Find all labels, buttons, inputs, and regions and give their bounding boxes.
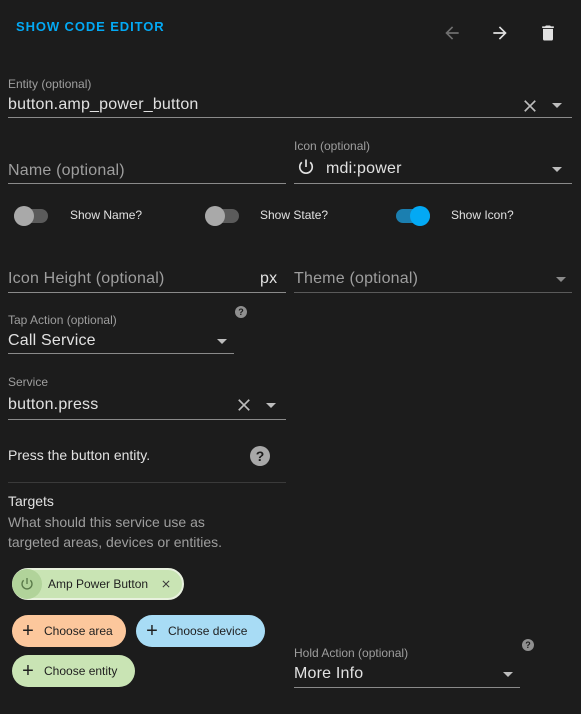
service-input[interactable]: button.press (8, 396, 98, 414)
chevron-down-icon[interactable] (503, 672, 513, 677)
hold-action-underline (294, 687, 520, 688)
entity-label: Entity (optional) (8, 77, 92, 91)
plus-icon: + (22, 660, 34, 682)
choose-entity-button[interactable]: + Choose entity (12, 655, 135, 687)
show-name-toggle[interactable] (14, 206, 48, 226)
targets-title: Targets (8, 493, 54, 509)
choose-device-label: Choose device (168, 624, 248, 638)
plus-icon: + (146, 620, 158, 642)
icon-height-input[interactable]: Icon Height (optional) (8, 270, 165, 288)
show-name-label: Show Name? (70, 208, 143, 222)
name-underline (8, 183, 286, 184)
entity-chip-label: Amp Power Button (48, 577, 149, 591)
service-label: Service (8, 375, 49, 389)
close-icon[interactable] (160, 578, 172, 590)
arrow-left-icon[interactable] (440, 21, 464, 45)
help-icon[interactable]: ? (522, 639, 534, 651)
chevron-down-icon[interactable] (266, 403, 276, 408)
help-icon[interactable]: ? (235, 306, 247, 318)
entity-input[interactable]: button.amp_power_button (8, 96, 199, 114)
icon-label: Icon (optional) (294, 139, 371, 153)
icon-underline (294, 183, 572, 184)
icon-height-suffix: px (260, 270, 278, 287)
toggle-knob (410, 206, 430, 226)
theme-select[interactable]: Theme (optional) (294, 270, 418, 288)
show-state-toggle[interactable] (205, 206, 239, 226)
clear-icon[interactable] (520, 96, 540, 116)
hold-action-select[interactable]: More Info (294, 665, 363, 683)
entity-chip[interactable]: Amp Power Button (12, 568, 184, 600)
chevron-down-icon[interactable] (552, 167, 562, 172)
toggle-knob (205, 206, 225, 226)
targets-description-line1: What should this service use as (8, 514, 205, 530)
chevron-down-icon[interactable] (552, 103, 562, 108)
chevron-down-icon[interactable] (556, 277, 566, 282)
choose-entity-label: Choose entity (44, 664, 118, 678)
help-icon[interactable]: ? (250, 446, 270, 466)
icon-input[interactable]: mdi:power (326, 160, 402, 178)
choose-area-label: Choose area (44, 624, 113, 638)
delete-icon[interactable] (536, 21, 560, 45)
divider (8, 482, 286, 483)
tap-action-underline (8, 353, 234, 354)
tap-action-select[interactable]: Call Service (8, 332, 96, 350)
icon-height-underline (8, 292, 286, 293)
show-state-label: Show State? (260, 208, 329, 222)
service-underline (8, 419, 286, 420)
power-icon (12, 569, 42, 599)
clear-icon[interactable] (234, 395, 254, 415)
theme-underline (294, 292, 572, 293)
power-icon (296, 157, 316, 177)
toggle-knob (14, 206, 34, 226)
show-code-editor-button[interactable]: SHOW CODE EDITOR (16, 19, 165, 34)
hold-action-label: Hold Action (optional) (294, 646, 409, 660)
choose-area-button[interactable]: + Choose area (12, 615, 126, 647)
plus-icon: + (22, 620, 34, 642)
show-icon-label: Show Icon? (451, 208, 514, 222)
chevron-down-icon[interactable] (217, 339, 227, 344)
targets-description-line2: targeted areas, devices or entities. (8, 534, 223, 550)
choose-device-button[interactable]: + Choose device (136, 615, 265, 647)
tap-action-label: Tap Action (optional) (8, 313, 117, 327)
name-input[interactable]: Name (optional) (8, 162, 125, 180)
entity-underline (8, 117, 572, 118)
show-icon-toggle[interactable] (396, 206, 430, 226)
service-description: Press the button entity. (8, 447, 151, 463)
arrow-right-icon[interactable] (488, 21, 512, 45)
